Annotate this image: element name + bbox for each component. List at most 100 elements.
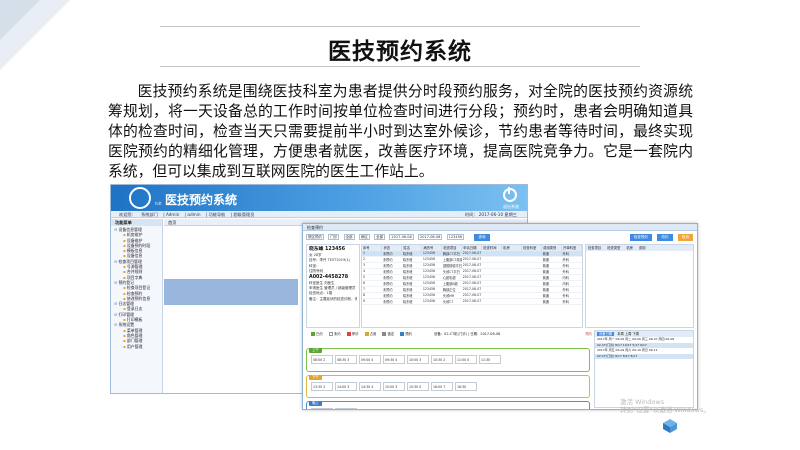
legend-swatch-locked [382,332,387,336]
time-slot[interactable]: 15:30 0 [407,382,429,391]
schedule-tab[interactable]: 本周 [617,332,624,336]
table-cell: 未预约 [381,298,402,305]
slot-title: 设备：02-CT机(门诊) | 日期：2017-06-08 [434,332,501,336]
schedule-tab[interactable]: 设备日期 [597,332,615,336]
table-cell [501,298,522,305]
windows-activation-watermark: 激活 Windows 转到“设置”以激活 Windows。 [620,398,710,414]
slot-legend-bar: 已约 未约 停诊 占用 锁定 预约 设备：02-CT机(门诊) | 日期：201… [306,331,592,338]
action-buttons: 检查预约 改约 取消 [626,234,693,241]
book-slot-button[interactable]: 预约 [585,331,592,338]
slot-row-afternoon: 13:30 2 14:00 3 14:30 4 15:00 3 15:30 0 16:00… [311,382,479,391]
selected-column-header: 检查项目 [588,246,602,250]
status-account: | admin [184,212,201,217]
time-slot[interactable]: 08:30 3 [335,355,357,364]
check-booking-button[interactable]: 检查预约 [629,234,653,241]
time-slot[interactable]: 14:00 3 [335,382,357,391]
slot-row-morning: 08:00 2 08:30 3 09:00 4 09:30 4 10:00 3 10:30… [311,355,503,364]
time-slot[interactable]: 16:30 [455,382,477,391]
legend-swatch-free [328,332,333,336]
table-cell: 头颅CT平扫 [441,268,462,275]
sidebar: 功能菜单 设备信息管理机房维护设备维护设备预约时段模板信息设备信息检查项目管理号… [111,219,163,393]
slot-panel-morning: 上午 08:00 2 08:30 3 09:00 4 09:30 4 10:00 3 10… [306,348,590,372]
legend-swatch-booked [311,332,315,336]
page-title: 医技预约系统 [328,38,472,65]
exam-table: 序号 状态 姓名 病历号 检查项目 申请日期 检查时间 机房 检查科室 费用类别 开单科室 1 未预约… [361,244,583,328]
logo-sub: hdt [155,201,162,206]
modify-booking-button[interactable]: 改约 [657,234,673,241]
legend-swatch-stop [346,332,351,336]
time-slot[interactable]: 13:30 2 [311,382,333,391]
slot-row-evening: 18:00 218:30 [311,408,359,409]
table-cell [521,298,542,305]
watermark-line2: 转到“设置”以激活 Windows。 [620,406,710,414]
selected-column-header: 机房 [626,246,633,250]
schedule-row[interactable]: 02-CT(门诊) 8/17 8/17 8/17 [595,353,693,359]
schedule-tab[interactable]: 上周 [625,332,632,336]
table-cell: 头颅CT [441,298,462,305]
app-header: hdt 医技预约系统 退出系统 [111,185,527,211]
status-user: | Admin [163,212,180,217]
selected-column-header: 费用 [638,246,646,250]
selection-highlight [164,279,298,305]
time-slot[interactable]: 16:00 7 [431,382,453,391]
filter-campus[interactable]: 院区预约 [306,234,324,240]
search-button[interactable]: 查询 [474,234,490,241]
device-schedule-panel: 设备日期 本周 上周 下周 2017年 周一 06-05 周二 06-06 周三 … [594,330,694,408]
status-time: 时间： 2017-06-10 星期三 [464,212,517,217]
time-slot[interactable]: 15:00 3 [383,382,405,391]
status-bar: 欢迎您： 系统部门 | Admin | admin | 功能导航 | 超级管理员… [111,211,527,218]
legend-booking: 预约 [405,332,413,336]
filter-ward[interactable]: 病区 [358,234,370,240]
power-icon[interactable] [503,187,517,202]
time-slot[interactable]: 09:00 4 [359,355,381,364]
schedule-tab[interactable]: 下周 [633,332,640,336]
time-slot[interactable]: 09:30 4 [383,355,405,364]
table-cell: 胸部CT平扫 [441,250,462,257]
filter-ward-value[interactable]: 全部 [374,234,386,240]
time-slot[interactable]: 10:00 3 [407,355,429,364]
time-slot[interactable]: 18:30 [335,408,357,409]
table-cell: 晓东峰 [401,298,422,305]
legend-swatch-booking [400,332,405,336]
filter-visit-type[interactable]: 门诊 [328,234,340,240]
time-slot[interactable]: 18:00 2 [311,408,333,409]
table-cell: 颈椎核磁平扫 [441,262,462,269]
status-role: | 超级管理员 [230,212,255,217]
time-slot[interactable]: 11:30 [479,355,501,364]
exit-button[interactable]: 退出系统 [503,204,519,210]
status-nav[interactable]: | 功能导航 [206,212,226,217]
booking-window-title: 检查预约 [303,224,697,231]
table-cell: 上腹部CT增强 [441,256,462,263]
slot-tag-morning: 上午 [309,348,322,353]
hospital-logo-icon [129,187,151,209]
company-cube-logo-icon [663,419,677,433]
time-slot[interactable]: 11:00 0 [455,355,477,364]
title-rule-top [160,26,640,27]
time-slot[interactable]: 14:30 4 [359,382,381,391]
legend-booked: 已约 [316,332,323,336]
title-rule-bottom [160,66,640,67]
date-from-input[interactable]: 2017-06-08 [389,234,414,240]
table-body: 1未预约晓东峰123456胸部CT平扫2017-06-07 15:46普通外科2… [362,250,582,305]
schedule-rows: 2017年 周一 06-05 周二 06-06 周三 06-07 周四 06-0… [595,337,693,359]
query-input[interactable]: 123456 [446,234,465,240]
status-welcome: 欢迎您： [119,212,136,217]
legend-locked: 锁定 [387,332,395,336]
patient-card: 晓东峰 123456 女 28岁 挂号：李丹 TEST2019(1) 科室： 住… [306,244,360,328]
legend-occupied: 占用 [369,332,377,336]
table-row[interactable]: 9未预约晓东峰123456头颅CT2017-06-07 15:46 普通外科 [362,298,582,305]
slot-tag-evening: 晚上 [309,401,322,406]
slot-panel-evening: 晚上 18:00 218:30 [306,401,590,409]
app-title: 医技预约系统 [165,193,238,207]
cancel-booking-button[interactable]: 取消 [677,234,693,241]
date-to-input[interactable]: 2017-06-08 [418,234,443,240]
table-cell: 2017-06-07 15:46 [461,298,482,305]
menu-item[interactable]: 用户管理 [114,344,162,349]
time-slot[interactable]: 10:30 2 [431,355,453,364]
intro-paragraph: 医技预约系统是围绕医技科室为患者提供分时段预约服务，对全院的医技预约资源统筹规划… [108,83,693,180]
filter-dept[interactable]: 全部 [343,234,355,240]
time-slot[interactable]: 08:00 2 [311,355,333,364]
table-cell: 普通 [541,298,562,305]
booking-window: 检查预约 院区预约 门诊 全部 病区 全部 2017-06-08 2017-06… [302,223,698,410]
slot-panel-afternoon: 下午 13:30 2 14:00 3 14:30 4 15:00 3 15:30 0 16… [306,375,590,398]
